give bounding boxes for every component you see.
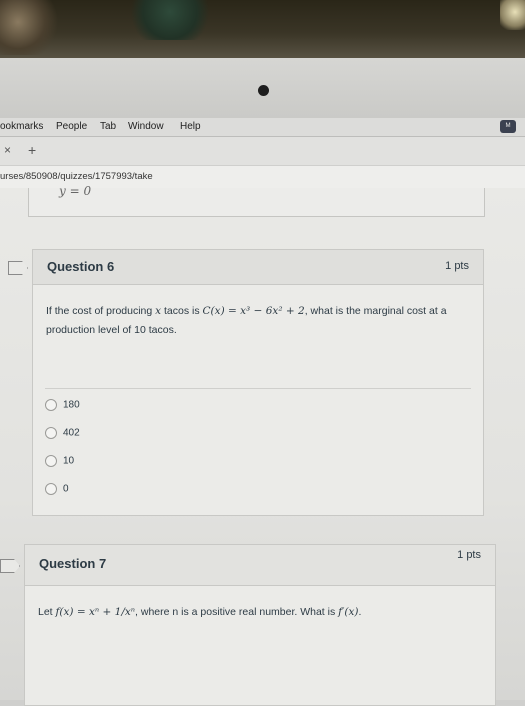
radio-button[interactable] bbox=[45, 483, 57, 495]
room-light bbox=[500, 0, 525, 30]
flag-question-icon[interactable] bbox=[0, 559, 20, 573]
math-expression: f′(x) bbox=[338, 606, 359, 618]
answer-option[interactable]: 10 bbox=[45, 455, 74, 467]
question-text-part: Let bbox=[38, 606, 56, 618]
option-label: 10 bbox=[63, 455, 75, 467]
question-title: Question 7 bbox=[39, 556, 107, 571]
question-card: Question 6 1 pts If the cost of producin… bbox=[32, 249, 484, 516]
webcam-icon bbox=[258, 85, 269, 96]
url-text: urses/850908/quizzes/1757993/take bbox=[0, 171, 153, 182]
divider bbox=[45, 388, 471, 389]
tab-strip: × + bbox=[0, 137, 525, 165]
menu-bar: ookmarks People Tab Window Help ᴹ bbox=[0, 118, 525, 137]
previous-answer-text: y = 0 bbox=[59, 184, 92, 198]
question-header: Question 6 1 pts bbox=[33, 250, 483, 285]
math-expression: f(x) = xⁿ + 1/xⁿ bbox=[55, 606, 136, 618]
question-points: 1 pts bbox=[457, 549, 481, 561]
question-text: Let f(x) = xⁿ + 1/xⁿ, where n is a posit… bbox=[38, 603, 463, 622]
answer-option[interactable]: 0 bbox=[45, 483, 69, 495]
option-label: 0 bbox=[63, 483, 69, 495]
flag-question-icon[interactable] bbox=[8, 261, 28, 275]
radio-button[interactable] bbox=[45, 427, 57, 439]
room-object bbox=[130, 0, 210, 40]
room-object bbox=[0, 0, 60, 55]
math-expression: C(x) = x³ − 6x² + 2 bbox=[202, 305, 305, 317]
answer-option[interactable]: 180 bbox=[45, 399, 80, 411]
menu-people[interactable]: People bbox=[56, 121, 87, 132]
option-label: 180 bbox=[63, 399, 80, 411]
question-text-part: , where n is a positive real number. Wha… bbox=[135, 606, 339, 618]
question-points: 1 pts bbox=[445, 260, 469, 272]
question-text-part: . bbox=[358, 606, 362, 618]
question-text: If the cost of producing x tacos is C(x)… bbox=[46, 302, 471, 340]
radio-button[interactable] bbox=[45, 455, 57, 467]
question-text-part: If the cost of producing bbox=[46, 305, 156, 317]
radio-button[interactable] bbox=[45, 399, 57, 411]
question-title: Question 6 bbox=[47, 259, 115, 274]
menu-tab[interactable]: Tab bbox=[100, 121, 116, 132]
menu-window[interactable]: Window bbox=[128, 121, 164, 132]
option-label: 402 bbox=[63, 427, 80, 439]
quiz-page: y = 0 Question 6 1 pts If the cost of pr… bbox=[0, 184, 525, 706]
question-card: Question 7 1 pts Let f(x) = xⁿ + 1/xⁿ, w… bbox=[24, 544, 496, 706]
menu-help[interactable]: Help bbox=[180, 121, 201, 132]
previous-answer-box: y = 0 bbox=[28, 184, 485, 217]
question-header: Question 7 1 pts bbox=[25, 545, 495, 586]
close-tab-icon[interactable]: × bbox=[4, 143, 11, 157]
new-tab-button[interactable]: + bbox=[28, 142, 36, 158]
app-status-icon[interactable]: ᴹ bbox=[500, 120, 516, 133]
question-text-part: tacos is bbox=[161, 305, 203, 317]
answer-option[interactable]: 402 bbox=[45, 427, 80, 439]
menu-bookmarks[interactable]: ookmarks bbox=[0, 121, 43, 132]
background-room bbox=[0, 0, 525, 60]
